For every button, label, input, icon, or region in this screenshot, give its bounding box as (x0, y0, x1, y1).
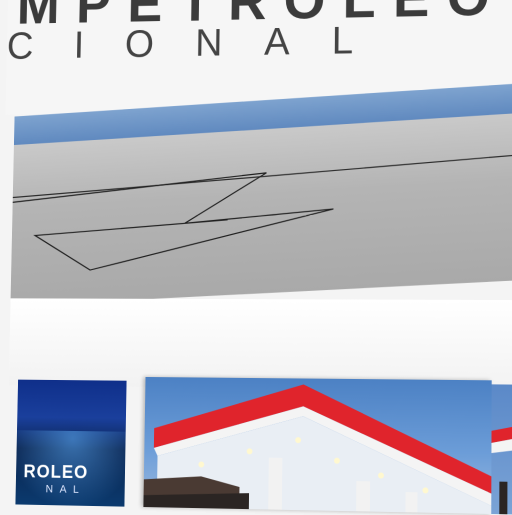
canopy-pillar (405, 492, 418, 513)
thumbnail-brand-subtitle: NAL (45, 483, 86, 496)
thumbnail-brand[interactable]: ROLEO NAL (15, 379, 127, 507)
hero-line-art (10, 112, 512, 306)
thumbnail-next[interactable] (491, 384, 512, 515)
thumbnail-gas-station[interactable] (143, 376, 492, 514)
thumbnail-brand-title: ROLEO (23, 461, 89, 483)
thumbnail-next-image (491, 424, 512, 515)
logo-subline: CIONAL (6, 18, 396, 68)
canopy-pillar (356, 481, 371, 512)
canopy-pillar (268, 457, 283, 510)
website-screen: MPETROLEO CIONAL ROLEO NAL (5, 0, 512, 515)
gas-station-image (143, 382, 492, 514)
content-strip (8, 298, 512, 391)
hero-banner (10, 112, 512, 307)
station-building (499, 481, 508, 515)
